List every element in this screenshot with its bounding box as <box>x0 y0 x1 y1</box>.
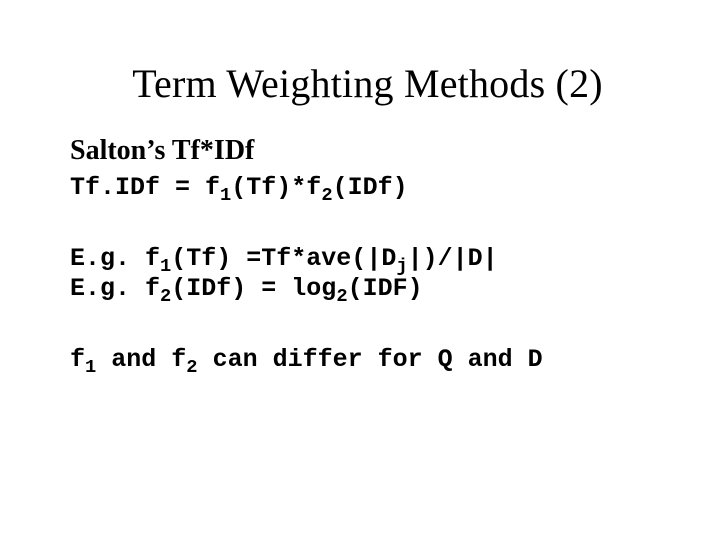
subscript-log2: 2 <box>336 285 347 307</box>
formula-text: and f <box>96 345 186 374</box>
subscript-1: 1 <box>85 356 96 378</box>
formula-text: E.g. f <box>70 244 160 273</box>
formula-text: Tf.IDf = f <box>70 173 220 202</box>
example-line-2: E.g. f2(IDf) = log2(IDF) <box>70 274 665 305</box>
formula-text: |)/|D| <box>408 244 498 273</box>
subscript-1: 1 <box>220 184 231 206</box>
subscript-2: 2 <box>160 285 171 307</box>
closing-note: f1 and f2 can differ for Q and D <box>70 345 665 376</box>
formula-text: (IDf) <box>333 173 408 202</box>
formula-main: Tf.IDf = f1(Tf)*f2(IDf) <box>70 173 665 204</box>
formula-text: (IDf) = log <box>171 274 336 303</box>
section-heading: Salton’s Tf*IDf <box>70 135 665 167</box>
slide: Term Weighting Methods (2) Salton’s Tf*I… <box>0 0 720 540</box>
formula-text: f <box>70 345 85 374</box>
subscript-2: 2 <box>186 356 197 378</box>
example-line-1: E.g. f1(Tf) =Tf*ave(|Dj|)/|D| <box>70 244 665 275</box>
formula-text: E.g. f <box>70 274 160 303</box>
subscript-2: 2 <box>321 184 332 206</box>
slide-title: Term Weighting Methods (2) <box>70 60 665 107</box>
formula-text: (Tf)*f <box>231 173 321 202</box>
formula-text: can differ for Q and D <box>198 345 543 374</box>
formula-text: (IDF) <box>348 274 423 303</box>
formula-text: (Tf) =Tf*ave(|D <box>171 244 396 273</box>
